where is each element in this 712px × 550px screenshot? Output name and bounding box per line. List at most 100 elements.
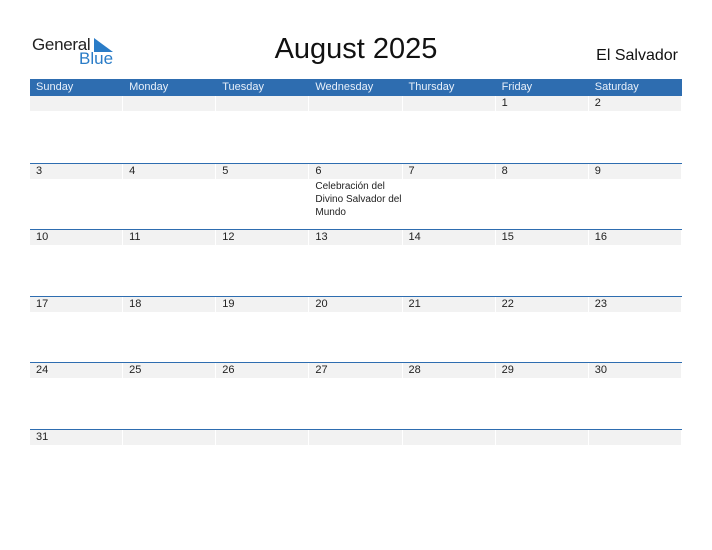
day-cell[interactable]: 2 <box>588 96 682 163</box>
week-row: 10 11 12 13 14 15 16 <box>30 229 682 296</box>
day-number: 25 <box>123 363 216 379</box>
day-cell[interactable]: 31 <box>30 429 123 496</box>
day-cell[interactable]: 24 <box>30 363 123 429</box>
day-number <box>123 429 216 445</box>
day-cell[interactable] <box>216 429 309 496</box>
week-row: 17 18 19 20 21 22 23 <box>30 295 682 363</box>
day-cell[interactable]: 3 <box>30 163 123 230</box>
day-cell[interactable] <box>123 429 216 496</box>
day-number: 6 <box>309 163 402 179</box>
weekday-friday: Friday <box>501 81 533 93</box>
weeks-container: 1 2 3 4 5 6 Celebración del Divino Salvador de… <box>30 96 682 496</box>
day-number <box>588 429 681 445</box>
day-cell[interactable]: 5 <box>216 163 309 230</box>
day-number: 16 <box>588 230 681 246</box>
weekday-saturday: Saturday <box>594 81 639 93</box>
week-row: 3 4 5 6 Celebración del Divino Salvador del … <box>30 162 682 230</box>
day-cell[interactable] <box>495 429 589 496</box>
day-number <box>495 429 588 445</box>
day-number: 13 <box>309 230 402 246</box>
calendar-grid: Sunday Monday Tuesday Wednesday Thursday Frid… <box>30 79 682 496</box>
day-cell[interactable] <box>309 96 402 163</box>
day-number: 5 <box>216 163 309 179</box>
day-cell[interactable]: 4 <box>123 163 216 230</box>
day-cell[interactable]: 29 <box>495 363 589 429</box>
day-number: 17 <box>30 296 123 312</box>
week-row: 31 <box>30 428 682 496</box>
day-number: 21 <box>402 296 495 312</box>
day-cell[interactable] <box>123 96 216 163</box>
day-number: 19 <box>216 296 309 312</box>
day-cell[interactable]: 22 <box>495 296 589 363</box>
day-cell[interactable]: 23 <box>588 296 682 363</box>
holiday-event: Celebración del Divino Salvador del Mund… <box>315 180 402 218</box>
day-cell[interactable] <box>402 429 496 496</box>
day-number: 28 <box>402 363 495 379</box>
day-cell[interactable]: 7 <box>402 163 496 230</box>
day-number: 26 <box>216 363 309 379</box>
day-cell[interactable]: 9 <box>588 163 682 230</box>
day-number: 1 <box>495 96 588 111</box>
day-cell[interactable]: 16 <box>588 230 682 296</box>
weekday-tuesday: Tuesday <box>222 81 265 93</box>
day-cell[interactable]: 19 <box>216 296 309 363</box>
day-number: 29 <box>495 363 588 379</box>
day-number: 23 <box>588 296 681 312</box>
week-row: 12 <box>30 96 682 163</box>
day-number: 8 <box>495 163 588 179</box>
day-cell[interactable]: 26 <box>216 363 309 429</box>
day-cell[interactable]: 11 <box>123 230 216 296</box>
day-number: 24 <box>30 363 123 379</box>
day-number: 7 <box>402 163 495 179</box>
day-cell[interactable]: 12 <box>216 230 309 296</box>
day-number <box>30 96 123 111</box>
day-number: 27 <box>309 363 402 379</box>
day-cell[interactable]: 18 <box>123 296 216 363</box>
day-number: 2 <box>588 96 681 111</box>
day-number: 14 <box>402 230 495 246</box>
day-cell[interactable]: 8 <box>495 163 589 230</box>
day-cell[interactable]: 1 <box>495 96 589 163</box>
day-cell[interactable]: 10 <box>30 230 123 296</box>
day-cell[interactable]: 30 <box>588 363 682 429</box>
weekday-header: Sunday Monday Tuesday Wednesday Thursday Frid… <box>30 79 682 96</box>
weekday-wednesday: Wednesday <box>315 81 374 93</box>
day-number: 31 <box>30 429 123 445</box>
weekday-sunday: Sunday <box>36 81 74 93</box>
day-number: 9 <box>588 163 681 179</box>
week-row: 24 25 26 27 28 29 30 <box>30 362 682 429</box>
day-cell[interactable] <box>588 429 682 496</box>
day-number <box>309 96 402 111</box>
day-cell[interactable]: 14 <box>402 230 496 296</box>
day-cell[interactable]: 21 <box>402 296 496 363</box>
day-number: 3 <box>30 163 123 179</box>
day-cell[interactable]: 6 Celebración del Divino Salvador del Mun… <box>309 163 402 230</box>
day-number: 20 <box>309 296 402 312</box>
day-number: 10 <box>30 230 123 246</box>
day-number: 15 <box>495 230 588 246</box>
day-number <box>309 429 402 445</box>
day-number: 12 <box>216 230 309 246</box>
day-number: 22 <box>495 296 588 312</box>
day-number <box>402 96 495 111</box>
day-cell[interactable]: 27 <box>309 363 402 429</box>
day-number: 30 <box>588 363 681 379</box>
day-number: 11 <box>123 230 216 246</box>
day-cell[interactable]: 15 <box>495 230 589 296</box>
day-cell[interactable] <box>309 429 402 496</box>
day-cell[interactable] <box>402 96 496 163</box>
day-number <box>402 429 495 445</box>
weekday-thursday: Thursday <box>408 81 455 93</box>
day-cell[interactable] <box>216 96 309 163</box>
day-cell[interactable]: 20 <box>309 296 402 363</box>
day-cell[interactable] <box>30 96 123 163</box>
day-cell[interactable]: 28 <box>402 363 496 429</box>
weekday-monday: Monday <box>129 81 169 93</box>
day-cell[interactable]: 25 <box>123 363 216 429</box>
day-cell[interactable]: 17 <box>30 296 123 363</box>
country-label: El Salvador <box>596 47 678 64</box>
day-number <box>123 96 216 111</box>
day-number: 18 <box>123 296 216 312</box>
day-cell[interactable]: 13 <box>309 230 402 296</box>
day-number <box>216 96 309 111</box>
